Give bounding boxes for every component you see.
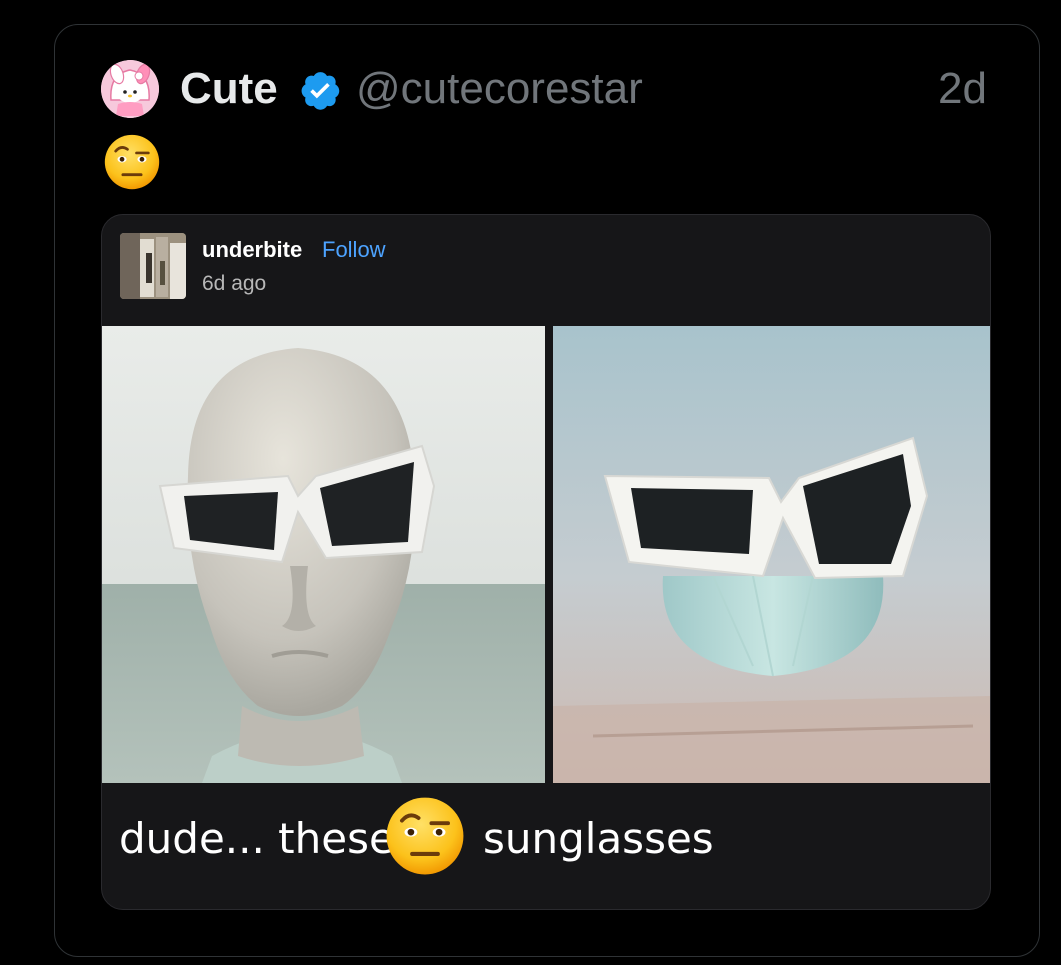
face-with-raised-eyebrow-emoji <box>103 133 161 191</box>
author-name[interactable]: Cute <box>180 62 278 116</box>
quoted-author-avatar[interactable] <box>120 233 186 299</box>
quoted-username[interactable]: underbite <box>202 237 302 263</box>
photo-mannequin[interactable] <box>102 326 545 783</box>
follow-button[interactable]: Follow <box>322 237 386 263</box>
verified-badge-icon <box>298 68 342 112</box>
face-with-raised-eyebrow-emoji <box>384 795 466 877</box>
caption-text-after: sunglasses <box>483 814 714 863</box>
author-handle[interactable]: @cutecorestar <box>356 62 643 116</box>
caption-text-before: dude... these <box>119 814 395 863</box>
post-timestamp[interactable]: 2d <box>938 62 987 116</box>
author-avatar[interactable] <box>101 60 159 118</box>
quoted-post-timestamp: 6d ago <box>202 272 267 295</box>
photo-sunglasses-stand[interactable] <box>553 326 990 783</box>
image-caption: dude... these sunglasses <box>102 795 990 885</box>
quoted-post-card[interactable]: underbite Follow 6d ago dude... these su… <box>101 214 991 910</box>
